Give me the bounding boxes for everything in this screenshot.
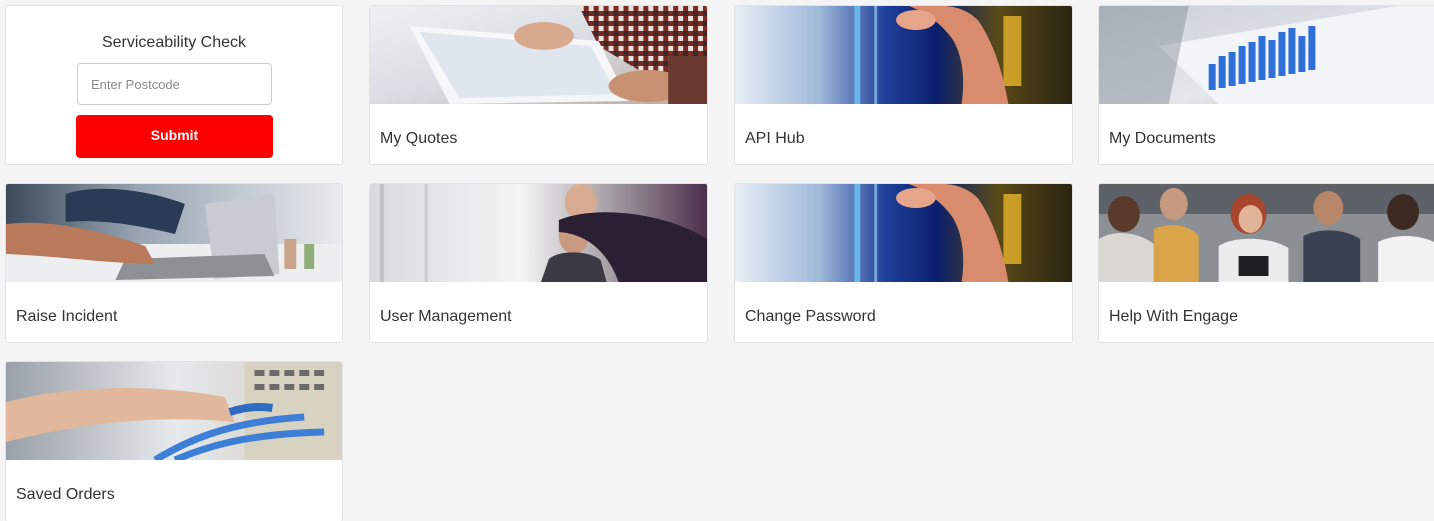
user-management-tile[interactable]: User Management bbox=[369, 183, 708, 343]
tile-label: Change Password bbox=[745, 308, 876, 325]
tile-label: Help With Engage bbox=[1109, 308, 1238, 325]
tablet-hands-image bbox=[370, 6, 707, 104]
team-group-image bbox=[1099, 184, 1434, 282]
tile-label: User Management bbox=[380, 308, 512, 325]
serviceability-check-card: Serviceability Check Submit bbox=[5, 5, 343, 165]
tile-label: API Hub bbox=[745, 130, 805, 147]
saved-orders-tile[interactable]: Saved Orders bbox=[5, 361, 343, 521]
touchscreen-finger-image bbox=[735, 184, 1072, 282]
my-quotes-tile[interactable]: My Quotes bbox=[369, 5, 708, 165]
bar-chart-screen-image bbox=[1099, 6, 1434, 104]
laptop-typing-image bbox=[6, 184, 342, 282]
raise-incident-tile[interactable]: Raise Incident bbox=[5, 183, 343, 343]
tile-label: My Quotes bbox=[380, 130, 458, 147]
tile-label: Raise Incident bbox=[16, 308, 118, 325]
api-hub-tile[interactable]: API Hub bbox=[734, 5, 1073, 165]
submit-button[interactable]: Submit bbox=[76, 115, 273, 158]
tile-label: Saved Orders bbox=[16, 486, 115, 503]
change-password-tile[interactable]: Change Password bbox=[734, 183, 1073, 343]
tile-label: My Documents bbox=[1109, 130, 1216, 147]
postcode-input[interactable] bbox=[77, 63, 272, 105]
serviceability-check-title: Serviceability Check bbox=[101, 34, 247, 51]
touchscreen-finger-image bbox=[735, 6, 1072, 104]
network-cables-image bbox=[6, 362, 342, 460]
office-meeting-image bbox=[370, 184, 707, 282]
help-with-engage-tile[interactable]: Help With Engage bbox=[1098, 183, 1434, 343]
my-documents-tile[interactable]: My Documents bbox=[1098, 5, 1434, 165]
